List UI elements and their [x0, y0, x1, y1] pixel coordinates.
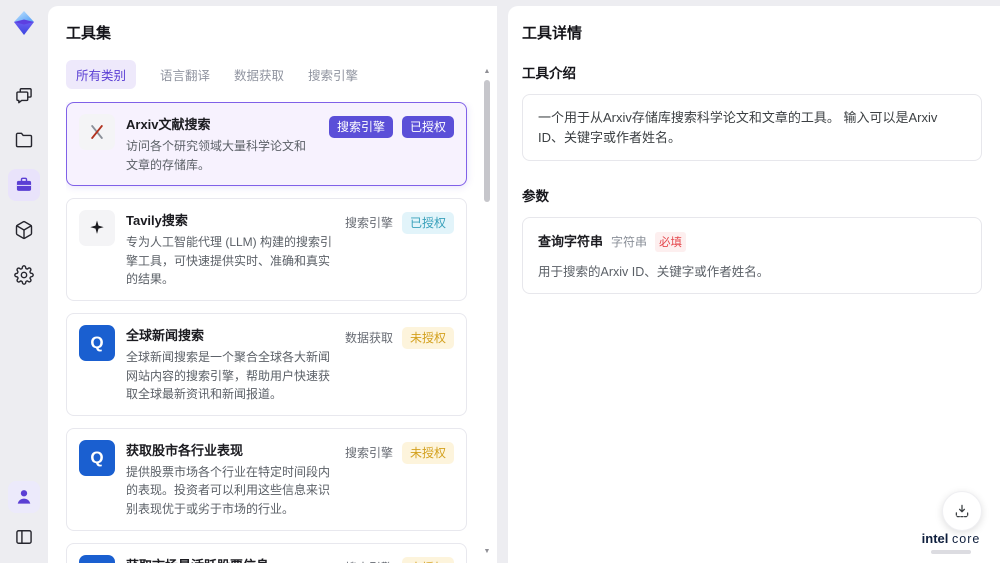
category-badge: 搜索引擎 [345, 557, 393, 563]
brand-subtext [931, 550, 971, 554]
parameter-item: 查询字符串 字符串 必填用于搜索的Arxiv ID、关键字或作者姓名。 [522, 217, 982, 294]
qnews-logo: Q [79, 554, 115, 563]
briefcase-icon [14, 175, 34, 195]
tool-description: 访问各个研究领域大量科学论文和文章的存储库。 [126, 139, 307, 172]
tool-badges: 数据获取 未授权 [344, 326, 454, 349]
download-button[interactable] [942, 491, 982, 531]
auth-status-badge: 未授权 [401, 441, 454, 464]
category-badge: 数据获取 [344, 330, 393, 345]
tool-badges: 搜索引擎 已授权 [344, 212, 454, 235]
download-icon [955, 504, 969, 518]
tool-card[interactable]: Q 获取股市各行业表现提供股票市场各个行业在特定时间段内的表现。投资者可以利用这些… [66, 427, 467, 531]
category-badge: 搜索引擎 [344, 445, 393, 460]
chat-icon [14, 85, 34, 105]
parameter-required-badge: 必填 [655, 232, 687, 252]
tool-card-body: 全球新闻搜索全球新闻搜索是一个聚合全球各大新闻网站内容的搜索引擎，帮助用户快速获… [126, 325, 334, 404]
scrollbar-up-icon[interactable]: ▲ [482, 68, 492, 75]
tool-badges: 搜索引擎 已授权 [328, 116, 454, 138]
parameter-header: 查询字符串 字符串 必填 [538, 231, 966, 252]
intro-heading: 工具介绍 [522, 66, 576, 81]
scrollbar-thumb[interactable] [484, 80, 490, 202]
tool-name: 获取股市各行业表现 [126, 442, 244, 458]
tool-description: 全球新闻搜索是一个聚合全球各大新闻网站内容的搜索引擎，帮助用户快速获取全球最新资… [126, 349, 331, 402]
tool-name: 获取市场最活跃股票信息 [126, 555, 334, 563]
tool-card-body: Arxiv文献搜索访问各个研究领域大量科学论文和文章的存储库。 [126, 114, 318, 174]
tab-2[interactable]: 数据获取 [234, 60, 284, 89]
tab-0[interactable]: 所有类别 [66, 60, 137, 89]
arxiv-logo [79, 114, 115, 150]
brand-secondary: core [952, 532, 981, 547]
tool-card-list: Arxiv文献搜索 访问各个研究领域大量科学论文和文章的存储库。 搜索引擎 已授权 Ta… [66, 102, 481, 563]
sidebar-item-chat[interactable] [8, 79, 40, 111]
sidebar [0, 0, 48, 563]
list-scrollbar[interactable]: ▲ ▼ [482, 68, 492, 555]
parameter-description: 用于搜索的Arxiv ID、关键字或作者姓名。 [538, 265, 770, 279]
tool-badges: 搜索引擎未授权 [344, 441, 454, 464]
category-badge: 搜索引擎 [344, 216, 393, 231]
brand-primary: intel [921, 531, 949, 547]
tool-card[interactable]: Tavily搜索专为人工智能代理 (LLM) 构建的搜索引擎工具，可快速提供实时… [66, 198, 467, 301]
tool-card[interactable]: Arxiv文献搜索访问各个研究领域大量科学论文和文章的存储库。 搜索引擎 已授权 [66, 102, 467, 187]
auth-status-badge: 已授权 [401, 116, 454, 138]
folder-icon [14, 130, 34, 150]
sidebar-item-profile[interactable] [8, 481, 40, 513]
sidebar-item-files[interactable] [8, 124, 40, 156]
params-heading: 参数 [522, 189, 549, 204]
app-logo-icon [14, 11, 34, 35]
sidebar-nav [8, 79, 40, 291]
auth-status-badge: 未授权 [401, 556, 454, 563]
qnews-logo: Q [79, 324, 115, 361]
user-icon [14, 487, 34, 507]
auth-status-badge: 未授权 [401, 326, 454, 349]
cube-icon [14, 220, 34, 240]
tool-description: 提供股票市场各个行业在特定时间段内的表现。投资者可以利用这些信息来识别表现优于或… [126, 464, 331, 516]
layout-icon [14, 527, 34, 547]
sidebar-item-models[interactable] [8, 214, 40, 246]
tool-name: Tavily搜索 [126, 213, 188, 229]
tool-name: 全球新闻搜索 [126, 327, 205, 343]
auth-status-badge: 已授权 [401, 212, 454, 235]
detail-panel-title: 工具详情 [522, 25, 583, 42]
tool-card-body: 获取市场最活跃股票信息提供当天交易量最高的股票列表，投资者可以利用这些信息来识别… [126, 555, 334, 563]
gear-icon [14, 265, 34, 285]
sidebar-item-collapse[interactable] [8, 521, 40, 553]
parameter-name: 查询字符串 [538, 234, 604, 249]
tool-description: 专为人工智能代理 (LLM) 构建的搜索引擎工具，可快速提供实时、准确和真实的结… [126, 235, 333, 287]
intro-box: 一个用于从Arxiv存储库搜索科学论文和文章的工具。 输入可以是Arxiv ID… [522, 94, 982, 161]
brand-logo: intel core [916, 532, 986, 554]
parameter-type: 字符串 [611, 235, 648, 249]
params-list: 查询字符串 字符串 必填用于搜索的Arxiv ID、关键字或作者姓名。 [522, 217, 982, 294]
tool-badges: 搜索引擎 未授权 [345, 556, 454, 563]
tab-1[interactable]: 语言翻译 [160, 60, 210, 89]
sidebar-item-tools[interactable] [8, 169, 40, 201]
tools-panel: 工具集 所有类别 语言翻译 数据获取 搜索引擎 Arxiv文献搜索 访问各个研究领域大量… [48, 6, 497, 563]
tool-card[interactable]: Q 获取市场最活跃股票信息提供当天交易量最高的股票列表，投资者可以利用这些信息来识… [66, 542, 467, 563]
tool-card-body: 获取股市各行业表现提供股票市场各个行业在特定时间段内的表现。投资者可以利用这些信… [126, 440, 334, 519]
category-badge: 搜索引擎 [328, 116, 393, 138]
qnews-logo: Q [79, 439, 115, 476]
tab-3[interactable]: 搜索引擎 [308, 60, 358, 89]
tool-card-body: Tavily搜索专为人工智能代理 (LLM) 构建的搜索引擎工具，可快速提供实时… [126, 210, 334, 289]
tool-card[interactable]: Q 全球新闻搜索全球新闻搜索是一个聚合全球各大新闻网站内容的搜索引擎，帮助用户快速… [66, 312, 467, 416]
tool-detail-panel: 工具详情 工具介绍 一个用于从Arxiv存储库搜索科学论文和文章的工具。 输入可… [508, 6, 1000, 563]
tool-name: Arxiv文献搜索 [126, 117, 211, 132]
sidebar-nav-bottom [8, 481, 40, 553]
scrollbar-down-icon[interactable]: ▼ [482, 548, 492, 555]
tools-panel-title: 工具集 [66, 25, 112, 42]
category-tabs: 所有类别 语言翻译 数据获取 搜索引擎 [66, 60, 481, 89]
sidebar-item-settings[interactable] [8, 259, 40, 291]
tavily-logo [79, 210, 115, 247]
